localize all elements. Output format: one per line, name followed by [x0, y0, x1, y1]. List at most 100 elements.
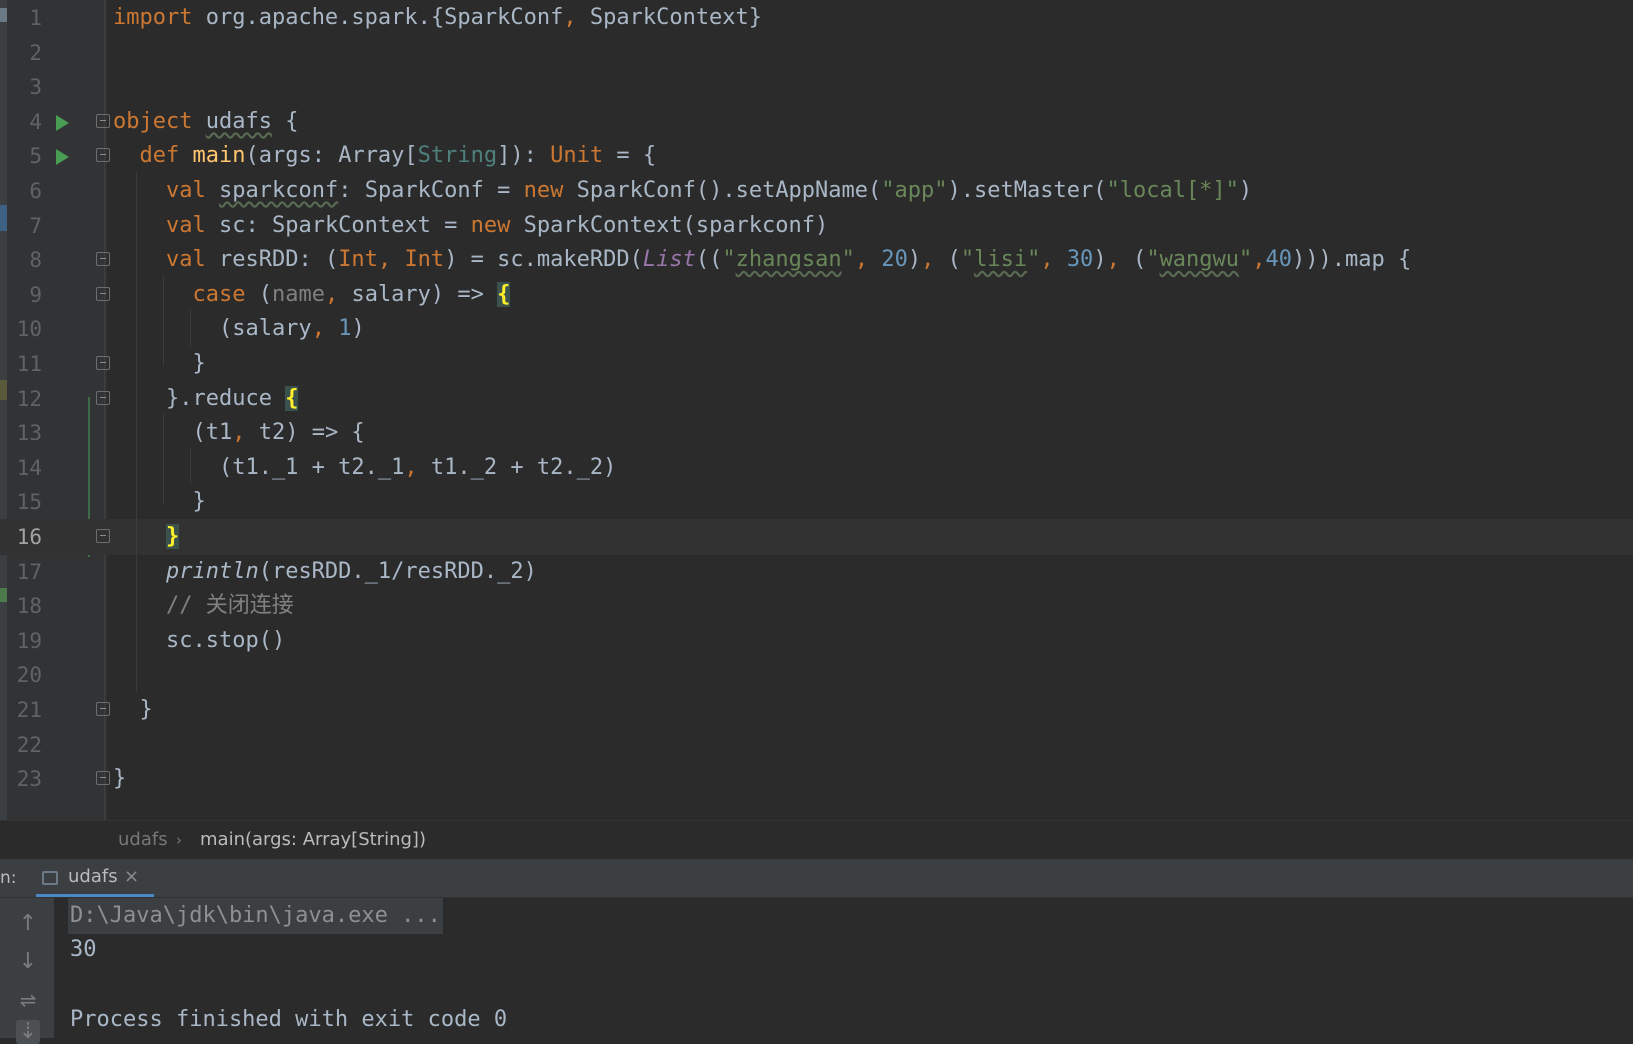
- code-line[interactable]: 18 // 关闭连接: [0, 588, 1633, 624]
- line-number: 20: [16, 663, 42, 688]
- indent-guide: [190, 448, 191, 484]
- code-line[interactable]: 2: [0, 35, 1633, 71]
- code-text: }: [113, 766, 127, 792]
- code-line[interactable]: 10 (salary, 1): [0, 311, 1633, 347]
- code-line[interactable]: 4 object udafs {: [0, 104, 1633, 140]
- code-line[interactable]: 3: [0, 69, 1633, 105]
- line-number: 17: [16, 559, 42, 584]
- code-line[interactable]: 14 (t1._1 + t2._1, t1._2 + t2._2): [0, 450, 1633, 486]
- line-number: 6: [29, 179, 42, 203]
- line-number: 16: [16, 525, 42, 549]
- fold-icon[interactable]: [96, 356, 110, 370]
- code-text: }.reduce {: [113, 385, 299, 411]
- indent-guide: [163, 414, 164, 504]
- line-number: 22: [16, 732, 42, 757]
- code-line[interactable]: 1 import org.apache.spark.{SparkConf, Spa…: [0, 0, 1633, 36]
- code-line[interactable]: 17 println(resRDD._1/resRDD._2): [0, 554, 1633, 590]
- run-tool-window-header: n: udafs ×: [0, 859, 1633, 898]
- code-text: val sparkconf: SparkConf = new SparkConf…: [165, 178, 1253, 203]
- fold-icon[interactable]: [96, 113, 110, 128]
- breadcrumb-object[interactable]: udafs: [118, 821, 168, 859]
- code-text: sc.stop(): [113, 627, 286, 653]
- code-line[interactable]: 9 case (name, salary) => {: [0, 277, 1633, 313]
- code-line[interactable]: 21 }: [0, 692, 1633, 728]
- line-number: 23: [16, 767, 42, 792]
- line-number: 13: [16, 421, 42, 446]
- run-gutter-icon[interactable]: [56, 114, 69, 131]
- line-number: 3: [29, 75, 42, 100]
- console-exit-message: Process finished with exit code 0: [70, 1007, 508, 1032]
- console-output[interactable]: ↑ ↓ ⇌ ⇣ D:\Java\jdk\bin\java.exe ... 30 …: [0, 898, 1633, 1044]
- console-toolbar: ↑ ↓ ⇌ ⇣: [0, 898, 54, 1044]
- line-number: 19: [16, 628, 42, 653]
- code-text: def main(args: Array[String]): Unit = {: [139, 143, 657, 169]
- code-line[interactable]: 23}: [0, 761, 1633, 797]
- fold-icon[interactable]: [96, 148, 110, 163]
- tab-label: udafs: [68, 866, 118, 887]
- scroll-to-end-icon[interactable]: ⇣: [16, 1020, 40, 1044]
- indent-guide: [190, 310, 191, 346]
- run-gutter-icon[interactable]: [56, 149, 69, 166]
- code-text: case (name, salary) => {: [192, 281, 511, 307]
- code-text: }: [113, 697, 153, 722]
- line-number: 18: [16, 594, 42, 619]
- code-line[interactable]: 13 (t1, t2) => {: [0, 415, 1633, 451]
- console-command-line: D:\Java\jdk\bin\java.exe ...: [68, 898, 443, 934]
- code-text: println(resRDD._1/resRDD._2): [165, 558, 537, 584]
- code-line[interactable]: 7 val sc: SparkContext = new SparkContex…: [0, 208, 1633, 244]
- line-number: 1: [29, 6, 42, 30]
- code-text: (t1, t2) => {: [113, 420, 365, 446]
- fold-icon[interactable]: [96, 529, 110, 543]
- code-text: }: [165, 524, 180, 549]
- line-number: 8: [29, 248, 42, 273]
- code-line[interactable]: 8 val resRDD: (Int, Int) = sc.makeRDD(Li…: [0, 242, 1633, 278]
- fold-icon[interactable]: [96, 390, 110, 405]
- soft-wrap-icon[interactable]: ⇌: [16, 988, 40, 1012]
- code-line[interactable]: 12 }.reduce {: [0, 381, 1633, 417]
- fold-icon[interactable]: [96, 252, 110, 267]
- code-text: (t1._1 + t2._1, t1._2 + t2._2): [113, 454, 617, 480]
- code-line[interactable]: 20: [0, 657, 1633, 693]
- tool-window-label: n:: [0, 868, 17, 888]
- console-icon: [42, 871, 58, 885]
- line-number: 15: [16, 490, 42, 515]
- tab-udafs[interactable]: udafs ×: [36, 859, 154, 897]
- code-text: (salary, 1): [113, 316, 365, 342]
- code-line[interactable]: 5 def main(args: Array[String]): Unit = …: [0, 138, 1633, 174]
- line-number: 2: [29, 40, 42, 65]
- code-text: object udafs {: [113, 108, 299, 134]
- console-result: 30: [70, 937, 97, 962]
- line-number: 5: [29, 144, 42, 169]
- fold-icon[interactable]: [96, 771, 110, 786]
- breadcrumb-method[interactable]: main(args: Array[String]): [200, 821, 426, 859]
- code-text: // 关闭连接: [165, 593, 294, 619]
- code-line[interactable]: 16 }: [0, 519, 1633, 555]
- code-text: val sc: SparkContext = new SparkContext(…: [165, 212, 829, 238]
- close-icon[interactable]: ×: [124, 859, 139, 895]
- line-number: 7: [29, 213, 42, 238]
- line-number: 14: [16, 455, 42, 480]
- code-line[interactable]: 19 sc.stop(): [0, 623, 1633, 659]
- line-number: 21: [16, 698, 42, 722]
- breadcrumb: udafs › main(args: Array[String]): [0, 820, 1633, 859]
- arrow-up-icon[interactable]: ↑: [16, 912, 40, 936]
- indent-guide: [163, 276, 164, 366]
- code-text: }: [113, 351, 206, 376]
- line-number: 9: [29, 282, 42, 307]
- line-number: 11: [16, 352, 42, 376]
- arrow-down-icon[interactable]: ↓: [16, 950, 40, 974]
- line-number: 10: [16, 317, 42, 342]
- code-editor[interactable]: 1 import org.apache.spark.{SparkConf, Spa…: [0, 0, 1633, 820]
- code-text: import org.apache.spark.{SparkConf, Spar…: [113, 5, 763, 30]
- code-text: }: [113, 489, 206, 515]
- fold-icon[interactable]: [96, 702, 110, 716]
- code-line[interactable]: 22: [0, 727, 1633, 763]
- indent-guide: [136, 172, 137, 692]
- code-line[interactable]: 15 }: [0, 484, 1633, 520]
- code-line[interactable]: 6 val sparkconf: SparkConf = new SparkCo…: [0, 173, 1633, 209]
- fold-icon[interactable]: [96, 286, 110, 301]
- code-line[interactable]: 11 }: [0, 346, 1633, 382]
- line-number: 12: [16, 386, 42, 411]
- code-text: val resRDD: (Int, Int) = sc.makeRDD(List…: [165, 247, 1412, 273]
- breadcrumb-separator-icon: ›: [176, 831, 182, 849]
